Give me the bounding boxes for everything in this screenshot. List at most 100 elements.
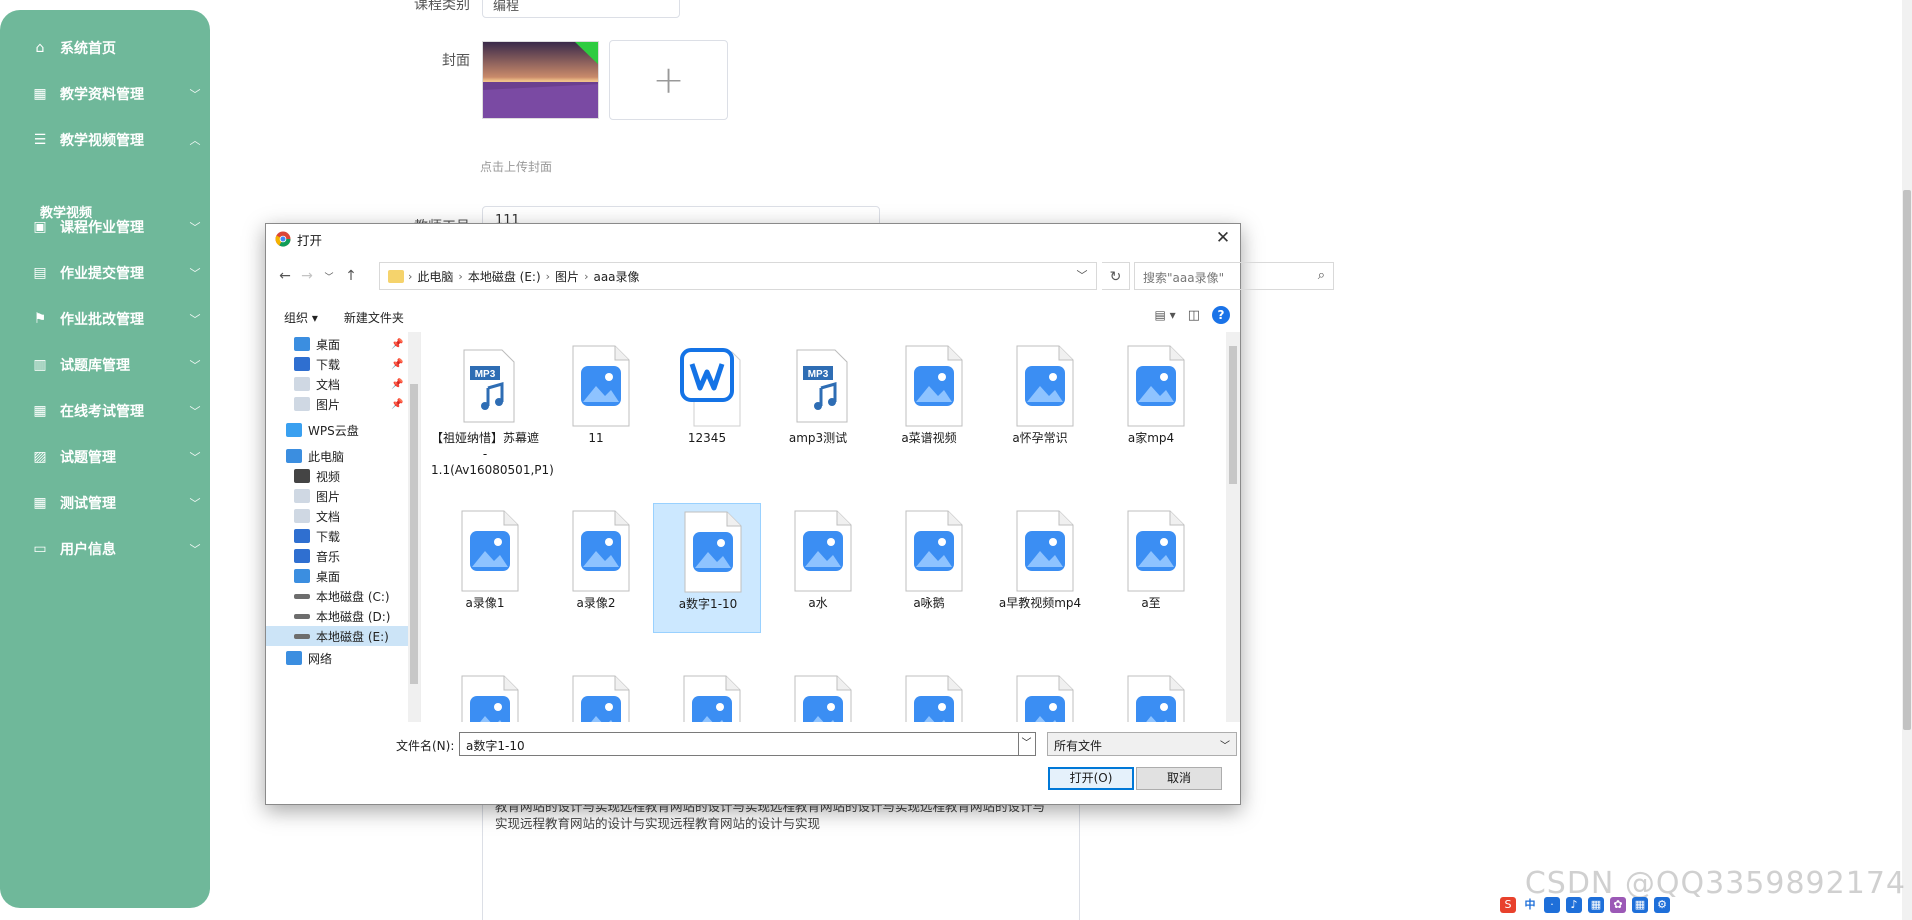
refresh-icon[interactable]: ↻ <box>1102 262 1130 290</box>
chevron-down-icon[interactable]: ﹀ <box>1068 263 1096 289</box>
sidebar-item[interactable]: ▤ 作业提交管理 ﹀ <box>0 253 210 293</box>
sidebar-item[interactable]: ▦ 教学资料管理 ﹀ <box>0 74 210 114</box>
file-name: amp3测试 <box>788 431 848 445</box>
file-item[interactable] <box>1097 668 1205 722</box>
close-icon[interactable]: ✕ <box>1212 228 1234 250</box>
punctuation-icon[interactable]: · <box>1544 897 1560 913</box>
file-item[interactable] <box>542 668 650 722</box>
new-folder-button[interactable]: 新建文件夹 <box>336 309 412 326</box>
file-name: a水 <box>808 596 828 610</box>
file-grid-scrollbar-thumb[interactable] <box>1229 346 1237 484</box>
search-icon[interactable]: ⌕ <box>1318 268 1325 283</box>
skin-icon[interactable]: ✿ <box>1610 897 1626 913</box>
file-item[interactable] <box>764 668 872 722</box>
nav-pane-item[interactable]: 此电脑 <box>286 446 420 466</box>
file-item[interactable]: a咏鹅 <box>875 503 983 633</box>
address-bar[interactable]: › 此电脑 › 本地磁盘 (E:) › 图片 › aaa录像 ﹀ <box>379 262 1097 290</box>
file-grid-scrollbar[interactable] <box>1226 332 1240 722</box>
sidebar-subitem-teaching-video[interactable]: 教学视频 <box>40 202 92 221</box>
upload-cover-button[interactable]: + <box>609 40 728 120</box>
forward-arrow-icon[interactable]: → <box>296 268 318 284</box>
drive-icon <box>294 593 310 599</box>
cancel-button[interactable]: 取消 <box>1136 767 1222 790</box>
nav-pane-item[interactable]: 文档 📌 <box>294 374 420 394</box>
filename-input[interactable]: a数字1-10 <box>459 732 1019 756</box>
breadcrumb-aaa-videos[interactable]: aaa录像 <box>588 268 644 285</box>
image-file-icon <box>458 509 522 593</box>
sidebar-item[interactable]: ▣ 课程作业管理 ﹀ <box>0 207 210 247</box>
help-icon[interactable]: ? <box>1212 306 1230 324</box>
sidebar-item[interactable]: ▥ 试题库管理 ﹀ <box>0 345 210 385</box>
file-name: a录像1 <box>465 596 505 610</box>
file-item[interactable]: a菜谱视频 <box>875 338 983 468</box>
cover-thumbnail[interactable] <box>482 41 599 119</box>
back-arrow-icon[interactable]: ← <box>274 268 296 284</box>
nav-pane-item[interactable]: 图片 <box>294 486 420 506</box>
file-item[interactable] <box>653 668 761 722</box>
settings-icon[interactable]: ⚙ <box>1654 897 1670 913</box>
nav-pane-item[interactable]: 桌面 <box>294 566 420 586</box>
file-item[interactable]: a数字1-10 <box>653 503 761 633</box>
file-item[interactable]: MP3 【祖娅纳惜】苏幕遮 - 1.1(Av16080501,P1) <box>431 338 554 498</box>
page-scrollbar-thumb[interactable] <box>1903 190 1911 730</box>
sidebar-item[interactable]: ▭ 用户信息 ﹀ <box>0 529 210 569</box>
file-item[interactable]: 12345 <box>653 338 761 468</box>
file-item[interactable]: a录像2 <box>542 503 650 633</box>
nav-pane-item[interactable]: 图片 📌 <box>294 394 420 414</box>
open-button[interactable]: 打开(O) <box>1048 767 1134 790</box>
chevron-down-icon[interactable]: ﹀ <box>1018 732 1036 756</box>
breadcrumb-pictures[interactable]: 图片 <box>550 268 584 285</box>
dialog-titlebar[interactable]: 打开 <box>266 224 1240 254</box>
nav-pane-item[interactable]: 本地磁盘 (D:) <box>294 606 420 626</box>
nav-pane-item[interactable]: 文档 <box>294 506 420 526</box>
nav-pane-item[interactable]: 下载 📌 <box>294 354 420 374</box>
sidebar-item[interactable]: ⚑ 作业批改管理 ﹀ <box>0 299 210 339</box>
view-mode-icon[interactable]: ▤ ▾ <box>1155 308 1176 322</box>
sidebar-item[interactable]: ▨ 试题管理 ﹀ <box>0 437 210 477</box>
sidebar-item[interactable]: ▦ 测试管理 ﹀ <box>0 483 210 523</box>
file-item[interactable]: a水 <box>764 503 872 633</box>
up-arrow-icon[interactable]: ↑ <box>340 268 362 284</box>
category-label: 课程类别 <box>414 0 470 13</box>
file-item[interactable]: a家mp4 <box>1097 338 1205 468</box>
file-item[interactable]: MP3 amp3测试 <box>764 338 872 468</box>
ime-mode[interactable]: 中 <box>1522 897 1538 913</box>
nav-pane-item[interactable]: 桌面 📌 <box>294 334 420 354</box>
nav-pane-item[interactable]: 音乐 <box>294 546 420 566</box>
filetype-select[interactable]: 所有文件 ﹀ <box>1047 732 1237 756</box>
file-item[interactable]: a录像1 <box>431 503 539 633</box>
category-select[interactable]: 编程 ﹀ <box>482 0 680 18</box>
nav-pane-item[interactable]: 视频 <box>294 466 420 486</box>
sogou-icon[interactable]: S <box>1500 897 1516 913</box>
preview-pane-icon[interactable]: ◫ <box>1188 308 1200 323</box>
file-name: a家mp4 <box>1127 431 1175 445</box>
file-item[interactable]: a早教视频mp4 <box>986 503 1094 633</box>
file-item[interactable] <box>431 668 539 722</box>
file-item[interactable]: a至 <box>1097 503 1205 633</box>
sidebar-item[interactable]: ⌂ 系统首页 <box>0 28 210 68</box>
nav-pane-item[interactable]: 本地磁盘 (E:) <box>266 626 408 646</box>
page-scrollbar[interactable] <box>1902 0 1912 920</box>
file-item[interactable]: 11 <box>542 338 650 468</box>
nav-pane-item-label: 视频 <box>316 469 341 484</box>
file-item[interactable] <box>986 668 1094 722</box>
grid-icon[interactable]: ▦ <box>1632 897 1648 913</box>
breadcrumb-drive-e[interactable]: 本地磁盘 (E:) <box>463 268 546 285</box>
recent-dropdown-icon[interactable]: ﹀ <box>318 270 340 283</box>
breadcrumb-this-pc[interactable]: 此电脑 <box>412 268 458 285</box>
nav-pane-item[interactable]: WPS云盘 <box>286 420 420 440</box>
file-name: a数字1-10 <box>678 597 738 611</box>
sidebar-item[interactable]: ☰ 教学视频管理 ︿ <box>0 120 210 160</box>
search-input[interactable]: 搜索"aaa录像" ⌕ <box>1134 262 1334 290</box>
sidebar-item[interactable]: ▦ 在线考试管理 ﹀ <box>0 391 210 431</box>
keyboard-icon[interactable]: ▦ <box>1588 897 1604 913</box>
organize-button[interactable]: 组织 ▾ <box>276 309 326 326</box>
file-item[interactable]: a怀孕常识 <box>986 338 1094 468</box>
nav-pane-item[interactable]: 本地磁盘 (C:) <box>294 586 420 606</box>
image-file-icon <box>458 674 522 722</box>
file-item[interactable] <box>875 668 983 722</box>
nav-pane-item[interactable]: 下载 <box>294 526 420 546</box>
nav-pane-item[interactable]: 网络 <box>286 648 420 668</box>
desktop-icon <box>294 337 310 351</box>
microphone-icon[interactable]: ♪ <box>1566 897 1582 913</box>
